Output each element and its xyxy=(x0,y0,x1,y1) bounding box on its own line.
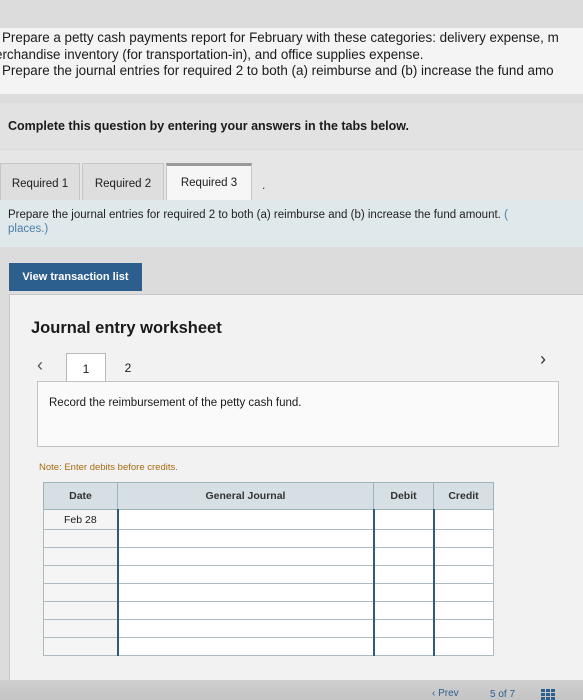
table-row xyxy=(43,529,494,548)
debit-input[interactable] xyxy=(372,565,434,584)
credit-input[interactable] xyxy=(432,583,494,602)
view-transaction-list-button[interactable]: View transaction list xyxy=(9,263,142,291)
date-cell: Feb 28 xyxy=(43,509,118,530)
tab-required-1[interactable]: Required 1 xyxy=(0,163,80,201)
credit-input[interactable] xyxy=(432,547,494,566)
table-row xyxy=(43,583,494,602)
table-row xyxy=(43,619,494,638)
debit-input[interactable] xyxy=(372,619,434,638)
table-row xyxy=(43,565,494,584)
account-input[interactable] xyxy=(116,509,374,530)
credit-column-header: Credit xyxy=(433,482,494,510)
credit-input[interactable] xyxy=(432,509,494,530)
debit-credit-note: Note: Enter debits before credits. xyxy=(39,462,178,473)
credit-input[interactable] xyxy=(432,637,494,656)
date-cell xyxy=(43,565,118,584)
debit-input[interactable] xyxy=(372,529,434,548)
chevron-right-icon[interactable]: › xyxy=(540,349,546,370)
instruction-banner: Complete this question by entering your … xyxy=(0,103,583,149)
debit-column-header: Debit xyxy=(373,482,434,510)
journal-entry-worksheet: Journal entry worksheet ‹ 1 2 › Record t… xyxy=(9,294,583,700)
intro-line-2: erchandise inventory (for transportation… xyxy=(0,46,424,62)
worksheet-page-2[interactable]: 2 xyxy=(108,353,148,383)
required-instruction-cut: ( xyxy=(504,209,508,221)
account-input[interactable] xyxy=(116,619,374,638)
debit-input[interactable] xyxy=(372,583,434,602)
credit-input[interactable] xyxy=(432,565,494,584)
entry-description-box: Record the reimbursement of the petty ca… xyxy=(37,381,559,447)
debit-input[interactable] xyxy=(372,601,434,620)
table-row xyxy=(43,601,494,620)
tab-required-3[interactable]: Required 3 xyxy=(166,163,252,201)
account-input[interactable] xyxy=(116,529,374,548)
grid-icon[interactable] xyxy=(541,689,555,700)
account-input[interactable] xyxy=(116,637,374,656)
tab-required-2[interactable]: Required 2 xyxy=(82,163,164,201)
required-instruction: Prepare the journal entries for required… xyxy=(0,200,583,247)
question-intro: Prepare a petty cash payments report for… xyxy=(0,28,583,94)
table-row xyxy=(43,547,494,566)
date-cell xyxy=(43,583,118,602)
date-column-header: Date xyxy=(43,482,118,510)
chevron-left-icon[interactable]: ‹ xyxy=(37,355,43,376)
instruction-text: Complete this question by entering your … xyxy=(8,119,409,133)
date-cell xyxy=(43,529,118,548)
account-input[interactable] xyxy=(116,601,374,620)
intro-line-1: Prepare a petty cash payments report for… xyxy=(2,30,559,45)
debit-input[interactable] xyxy=(372,509,434,530)
worksheet-page-1[interactable]: 1 xyxy=(66,353,106,383)
date-cell xyxy=(43,547,118,566)
entry-description: Record the reimbursement of the petty ca… xyxy=(49,397,302,409)
debit-input[interactable] xyxy=(372,547,434,566)
account-input[interactable] xyxy=(116,565,374,584)
date-cell xyxy=(43,601,118,620)
date-cell xyxy=(43,637,118,656)
table-row: Feb 28 xyxy=(43,509,494,530)
table-row xyxy=(43,637,494,656)
credit-input[interactable] xyxy=(432,529,494,548)
debit-input[interactable] xyxy=(372,637,434,656)
journal-table: Date General Journal Debit Credit Feb 28 xyxy=(43,482,494,656)
required-instruction-line-2: places.) xyxy=(8,223,49,235)
account-input[interactable] xyxy=(116,547,374,566)
intro-line-3: Prepare the journal entries for required… xyxy=(2,63,554,78)
required-instruction-line-1: Prepare the journal entries for required… xyxy=(8,209,501,221)
credit-input[interactable] xyxy=(432,601,494,620)
page-indicator: 5 of 7 xyxy=(490,689,516,700)
tab-bar: Required 1 Required 2 Required 3 . xyxy=(0,150,583,201)
account-input[interactable] xyxy=(116,583,374,602)
credit-input[interactable] xyxy=(432,619,494,638)
tab-overflow-marker: . xyxy=(262,178,266,192)
prev-button[interactable]: ‹ Prev xyxy=(432,688,459,699)
date-cell xyxy=(43,619,118,638)
general-journal-column-header: General Journal xyxy=(117,482,374,510)
worksheet-title: Journal entry worksheet xyxy=(31,319,222,337)
